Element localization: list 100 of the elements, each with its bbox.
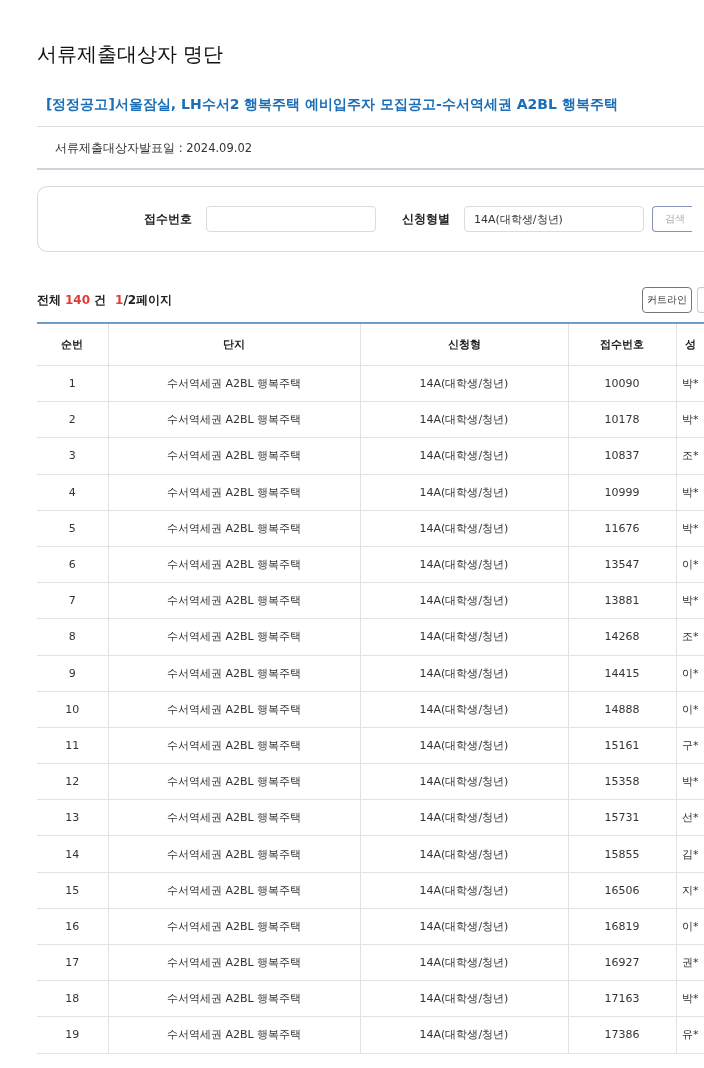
table-cell: 14A(대학생/청년): [360, 872, 568, 909]
select-field[interactable]: 14A(대학생/청년): [464, 206, 644, 232]
table-cell: 14: [37, 835, 108, 873]
table-cell: 10090: [568, 365, 676, 402]
table-cell: 14A(대학생/청년): [360, 474, 568, 511]
cutline-button[interactable]: 커트라인: [642, 287, 692, 313]
table-cell: 14A(대학생/청년): [360, 401, 568, 438]
column-header: 성: [676, 323, 704, 366]
table-cell: 15731: [568, 799, 676, 836]
page-total: /2페이지: [123, 291, 173, 309]
table-cell: 4: [37, 474, 108, 511]
table-cell: 이*: [676, 546, 704, 583]
table-cell: 14A(대학생/청년): [360, 727, 568, 764]
table-cell: 14A(대학생/청년): [360, 799, 568, 836]
table-cell: 14A(대학생/청년): [360, 1016, 568, 1054]
table-cell: 박*: [676, 510, 704, 547]
column-header: 단지: [108, 323, 360, 366]
table-cell: 조*: [676, 437, 704, 475]
table-cell: 11: [37, 727, 108, 764]
table-cell: 수서역세권 A2BL 행복주택: [108, 908, 360, 945]
table-cell: 수서역세권 A2BL 행복주택: [108, 510, 360, 547]
table-cell: 수서역세권 A2BL 행복주택: [108, 835, 360, 873]
table-cell: 지*: [676, 872, 704, 909]
table-cell: 박*: [676, 582, 704, 619]
table-cell: 권*: [676, 944, 704, 981]
input-field[interactable]: [206, 206, 376, 232]
table-cell: 14A(대학생/청년): [360, 618, 568, 655]
table-cell: 박*: [676, 474, 704, 511]
table-cell: 14A(대학생/청년): [360, 908, 568, 945]
total-count: 140: [65, 293, 91, 307]
table-cell: 17386: [568, 1016, 676, 1054]
table-cell: 10999: [568, 474, 676, 511]
table-cell: 수서역세권 A2BL 행복주택: [108, 1016, 360, 1054]
table-cell: 8: [37, 618, 108, 655]
table-cell: 15: [37, 872, 108, 909]
table-cell: 14A(대학생/청년): [360, 691, 568, 728]
table-cell: 수서역세권 A2BL 행복주택: [108, 872, 360, 909]
table-cell: 10178: [568, 401, 676, 438]
table-cell: 2: [37, 401, 108, 438]
table-cell: 수서역세권 A2BL 행복주택: [108, 727, 360, 764]
table-cell: 19: [37, 1016, 108, 1054]
table-cell: 18: [37, 980, 108, 1017]
table-cell: 14A(대학생/청년): [360, 655, 568, 692]
table-cell: 12: [37, 763, 108, 800]
table-cell: 박*: [676, 980, 704, 1017]
table-cell: 수서역세권 A2BL 행복주택: [108, 546, 360, 583]
table-cell: 15358: [568, 763, 676, 800]
table-cell: 김*: [676, 835, 704, 873]
page-title: 서류제출대상자 명단: [37, 41, 224, 68]
table-cell: 수서역세권 A2BL 행복주택: [108, 618, 360, 655]
table-cell: 11676: [568, 510, 676, 547]
table-cell: 박*: [676, 763, 704, 800]
table-cell: 수서역세권 A2BL 행복주택: [108, 582, 360, 619]
notice-title-link[interactable]: [정정공고]서울잠실, LH수서2 행복주택 예비입주자 모집공고-수서역세권 A2BL 행복주택: [46, 94, 618, 114]
count-unit: 건: [94, 291, 107, 309]
table-cell: 17163: [568, 980, 676, 1017]
table-cell: 수서역세권 A2BL 행복주택: [108, 365, 360, 402]
table-cell: 16927: [568, 944, 676, 981]
table-cell: 10: [37, 691, 108, 728]
partial-button[interactable]: [697, 287, 704, 313]
table-cell: 수서역세권 A2BL 행복주택: [108, 980, 360, 1017]
column-header: 신청형: [360, 323, 568, 366]
table-cell: 15855: [568, 835, 676, 873]
table-cell: 14A(대학생/청년): [360, 546, 568, 583]
table-cell: 수서역세권 A2BL 행복주택: [108, 944, 360, 981]
table-cell: 5: [37, 510, 108, 547]
column-header: 접수번호: [568, 323, 676, 366]
table-cell: 수서역세권 A2BL 행복주택: [108, 437, 360, 475]
column-header: 순번: [37, 323, 108, 366]
table-cell: 수서역세권 A2BL 행복주택: [108, 691, 360, 728]
table-cell: 14A(대학생/청년): [360, 365, 568, 402]
table-cell: 7: [37, 582, 108, 619]
table-cell: 14A(대학생/청년): [360, 582, 568, 619]
total-label: 전체: [37, 291, 61, 309]
table-cell: 13: [37, 799, 108, 836]
table-cell: 14888: [568, 691, 676, 728]
table-cell: 유*: [676, 1016, 704, 1054]
table-cell: 14A(대학생/청년): [360, 980, 568, 1017]
table-cell: 조*: [676, 618, 704, 655]
announce-date: 서류제출대상자발표일 : 2024.09.02: [55, 141, 253, 156]
table-cell: 14415: [568, 655, 676, 692]
table-cell: 박*: [676, 401, 704, 438]
table-cell: 13881: [568, 582, 676, 619]
table-cell: 14A(대학생/청년): [360, 835, 568, 873]
table-cell: 이*: [676, 655, 704, 692]
table-cell: 9: [37, 655, 108, 692]
table-cell: 구*: [676, 727, 704, 764]
table-cell: 14A(대학생/청년): [360, 510, 568, 547]
current-page: 1: [115, 293, 124, 307]
table-cell: 박*: [676, 365, 704, 402]
table-cell: 14268: [568, 618, 676, 655]
table-cell: 14A(대학생/청년): [360, 437, 568, 475]
table-cell: 16506: [568, 872, 676, 909]
table-cell: 이*: [676, 908, 704, 945]
field-label: 신청형별: [402, 211, 450, 227]
table-cell: 6: [37, 546, 108, 583]
table-cell: 16: [37, 908, 108, 945]
table-cell: 수서역세권 A2BL 행복주택: [108, 799, 360, 836]
table-cell: 이*: [676, 691, 704, 728]
table-cell: 14A(대학생/청년): [360, 944, 568, 981]
